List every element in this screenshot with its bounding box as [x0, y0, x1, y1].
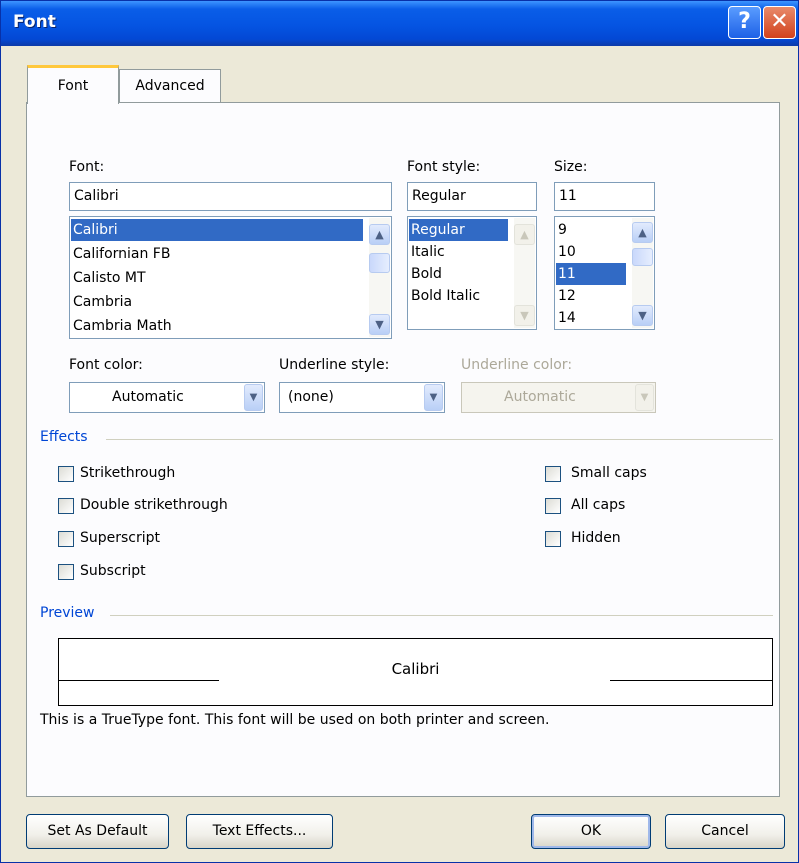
divider: [110, 615, 773, 616]
font-list-item[interactable]: Calisto MT: [71, 267, 363, 289]
superscript-label[interactable]: Superscript: [80, 530, 160, 546]
underline-style-dropdown[interactable]: (none) ▼: [279, 382, 445, 413]
divider: [106, 439, 773, 440]
chevron-down-icon: ▼: [514, 305, 535, 326]
small-caps-checkbox[interactable]: Small caps: [545, 464, 685, 486]
hidden-label[interactable]: Hidden: [571, 530, 621, 546]
text-effects-button[interactable]: Text Effects...: [186, 814, 333, 849]
small-caps-label[interactable]: Small caps: [571, 465, 647, 481]
font-list[interactable]: Calibri Californian FB Calisto MT Cambri…: [69, 216, 392, 339]
font-input[interactable]: Calibri: [69, 182, 392, 211]
preview-group: Preview: [40, 605, 773, 625]
effects-title: Effects: [40, 429, 88, 445]
double-strikethrough-checkbox[interactable]: Double strikethrough: [58, 496, 278, 518]
font-style-list-item[interactable]: Bold: [409, 263, 508, 285]
size-list[interactable]: 9 10 11 12 14 ▲ ▼: [554, 216, 655, 330]
chevron-down-icon[interactable]: ▼: [632, 305, 653, 326]
strikethrough-checkbox[interactable]: Strikethrough: [58, 464, 278, 486]
font-color-label: Font color:: [69, 357, 143, 373]
subscript-checkbox[interactable]: Subscript: [58, 562, 278, 584]
font-label: Font:: [69, 159, 105, 175]
preview-title: Preview: [40, 605, 95, 621]
underline-style-value: (none): [288, 389, 334, 405]
underline-color-dropdown: Automatic ▼: [461, 382, 656, 413]
checkbox-box[interactable]: [58, 564, 74, 580]
font-style-input[interactable]: Regular: [407, 182, 537, 211]
chevron-down-icon[interactable]: ▼: [244, 384, 263, 411]
font-list-item[interactable]: Calibri: [71, 219, 363, 241]
font-info-note: This is a TrueType font. This font will …: [40, 712, 550, 728]
size-input[interactable]: 11: [554, 182, 655, 211]
chevron-up-icon[interactable]: ▲: [632, 222, 653, 243]
preview-line: [59, 680, 219, 681]
font-style-list[interactable]: Regular Italic Bold Bold Italic ▲ ▼: [407, 216, 537, 330]
subscript-label[interactable]: Subscript: [80, 563, 146, 579]
checkbox-box[interactable]: [545, 498, 561, 514]
preview-box: Calibri: [58, 638, 773, 706]
checkbox-box[interactable]: [58, 466, 74, 482]
checkbox-box[interactable]: [545, 466, 561, 482]
underline-color-label: Underline color:: [461, 357, 573, 373]
size-label: Size:: [554, 159, 588, 175]
chevron-down-icon: ▼: [635, 384, 654, 411]
double-strikethrough-label[interactable]: Double strikethrough: [80, 497, 228, 513]
font-list-scrollbar[interactable]: ▲ ▼: [369, 218, 390, 337]
dialog-title: Font: [13, 12, 56, 32]
scroll-thumb[interactable]: [369, 253, 390, 273]
tab-advanced[interactable]: Advanced: [119, 69, 221, 103]
font-style-list-item[interactable]: Bold Italic: [409, 285, 508, 307]
font-list-item[interactable]: Cambria: [71, 291, 363, 313]
font-color-value: Automatic: [112, 389, 184, 405]
checkbox-box[interactable]: [58, 531, 74, 547]
size-list-item[interactable]: 14: [556, 307, 626, 329]
checkbox-box[interactable]: [545, 531, 561, 547]
size-list-item[interactable]: 11: [556, 263, 626, 285]
chevron-up-icon: ▲: [514, 224, 535, 245]
title-bar[interactable]: Font ? ✕: [1, 1, 798, 46]
strikethrough-label[interactable]: Strikethrough: [80, 465, 175, 481]
chevron-down-icon[interactable]: ▼: [424, 384, 443, 411]
underline-style-label: Underline style:: [279, 357, 390, 373]
ok-button[interactable]: OK: [531, 814, 651, 849]
preview-line: [610, 680, 772, 681]
chevron-up-icon[interactable]: ▲: [369, 224, 390, 245]
underline-color-value: Automatic: [504, 389, 576, 405]
hidden-checkbox[interactable]: Hidden: [545, 529, 685, 551]
font-list-item[interactable]: Cambria Math: [71, 315, 363, 337]
font-list-item[interactable]: Californian FB: [71, 243, 363, 265]
checkbox-box[interactable]: [58, 498, 74, 514]
cancel-button[interactable]: Cancel: [665, 814, 785, 849]
font-style-list-item[interactable]: Italic: [409, 241, 508, 263]
all-caps-checkbox[interactable]: All caps: [545, 496, 685, 518]
size-list-scrollbar[interactable]: ▲ ▼: [632, 218, 653, 328]
help-button[interactable]: ?: [728, 6, 761, 39]
close-button[interactable]: ✕: [763, 6, 796, 39]
preview-sample: Calibri: [391, 660, 440, 678]
set-as-default-button[interactable]: Set As Default: [26, 814, 169, 849]
font-dialog: Font ? ✕ Font Advanced Font: Calibri Cal…: [0, 0, 799, 863]
scroll-thumb[interactable]: [632, 248, 653, 266]
font-style-label: Font style:: [407, 159, 481, 175]
size-list-item[interactable]: 9: [556, 219, 626, 241]
effects-group: Effects: [40, 429, 773, 449]
tab-font[interactable]: Font: [27, 65, 119, 104]
size-list-item[interactable]: 12: [556, 285, 626, 307]
superscript-checkbox[interactable]: Superscript: [58, 529, 278, 551]
font-style-scrollbar: ▲ ▼: [514, 218, 535, 328]
font-color-dropdown[interactable]: Automatic ▼: [69, 382, 265, 413]
font-style-list-item[interactable]: Regular: [409, 219, 508, 241]
all-caps-label[interactable]: All caps: [571, 497, 625, 513]
size-list-item[interactable]: 10: [556, 241, 626, 263]
chevron-down-icon[interactable]: ▼: [369, 314, 390, 335]
